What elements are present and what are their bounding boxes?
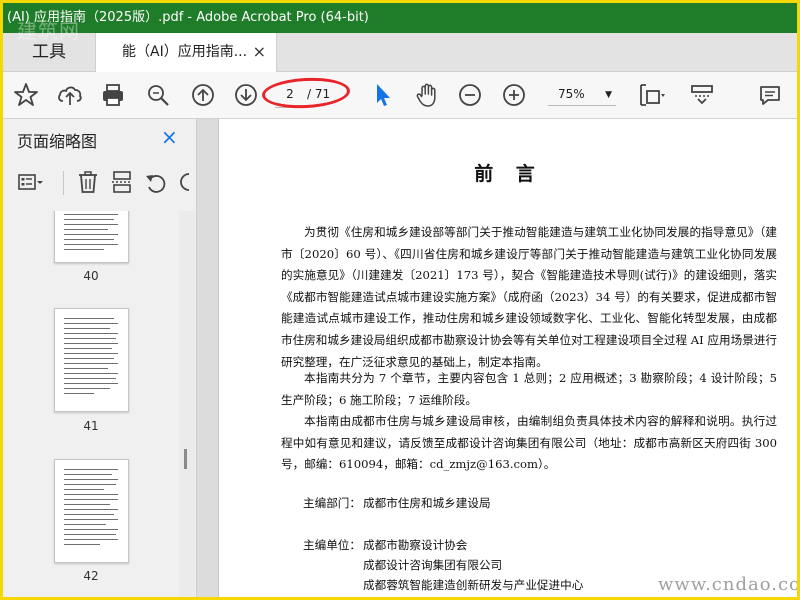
zoom-value: 75% [558, 87, 585, 101]
toolbar-divider [63, 171, 64, 195]
thumbnail-list: 40 41 42 [3, 211, 179, 597]
thumbnail-panel: 页面缩略图 × 40 41 42 [3, 119, 197, 597]
thumbnail-page-number: 41 [83, 419, 99, 433]
comment-icon[interactable] [755, 80, 785, 110]
hand-tool-icon[interactable] [412, 80, 442, 110]
options-menu-icon[interactable] [17, 169, 43, 195]
host-label: 主编单位： [303, 538, 361, 552]
zoom-select[interactable]: 75% ▼ [548, 83, 616, 106]
next-page-icon[interactable] [231, 80, 261, 110]
panel-close-icon[interactable]: × [161, 125, 178, 149]
zoom-search-icon[interactable] [143, 80, 173, 110]
thumbnail-page-number: 42 [83, 569, 99, 583]
editor-value: 成都市住房和城乡建设局 [363, 496, 491, 510]
thumbnail-toolbar [3, 163, 196, 203]
cloud-upload-icon[interactable] [55, 80, 85, 110]
page-thumbnail[interactable] [54, 308, 129, 412]
rotate-left-icon[interactable] [143, 169, 169, 195]
tab-close-icon[interactable]: × [253, 33, 266, 71]
tab-document[interactable]: 能（AI）应用指南... × [95, 33, 277, 72]
extract-pages-icon[interactable] [109, 169, 135, 195]
page-heading: 前 言 [474, 163, 543, 185]
previous-page-icon[interactable] [188, 80, 218, 110]
document-view[interactable]: 前 言 为贯彻《住房和城乡建设部等部门关于推动智能建造与建筑工业化协同发展的指导… [197, 119, 797, 597]
editor-label: 主编部门： [303, 496, 361, 510]
host-unit: 成都市勘察设计协会 [363, 538, 468, 552]
watermark-url: www.cndao.com [658, 574, 800, 595]
watermark-logo: 建筑网 [17, 19, 80, 43]
zoom-in-icon[interactable] [499, 80, 529, 110]
document-page: 前 言 为贯彻《住房和城乡建设部等部门关于推动智能建造与建筑工业化协同发展的指导… [218, 119, 797, 597]
host-unit: 成都蓉筑智能建造创新研发与产业促进中心 [363, 578, 584, 592]
host-unit: 成都设计咨询集团有限公司 [363, 558, 503, 572]
app-window: (AI) 应用指南（2025版）.pdf - Adobe Acrobat Pro… [0, 0, 800, 600]
thumbnail-page-number: 40 [83, 269, 99, 283]
paragraph: 本指南共分为 7 个章节，主要内容包含 1 总则；2 应用概述；3 勘察阶段；4… [281, 371, 777, 407]
title-bar: (AI) 应用指南（2025版）.pdf - Adobe Acrobat Pro… [3, 3, 797, 33]
bookmark-star-icon[interactable] [11, 80, 41, 110]
zoom-out-icon[interactable] [455, 80, 485, 110]
paragraph: 本指南由成都市住房与城乡建设局审核，由编制组负责具体技术内容的解释和说明。执行过… [281, 414, 777, 472]
scrollbar-thumb[interactable] [184, 449, 187, 469]
chevron-down-icon: ▼ [605, 90, 612, 100]
paragraph: 为贯彻《住房和城乡建设部等部门关于推动智能建造与建筑工业化协同发展的指导意见》（… [281, 225, 777, 369]
editor-row: 主编部门： 成都市住房和城乡建设局 [303, 495, 491, 511]
main-toolbar: 2 / 71 75% ▼ [3, 72, 797, 119]
host-row: 主编单位： 成都市勘察设计协会 [303, 537, 467, 553]
panel-title: 页面缩略图 [17, 132, 98, 151]
fit-page-icon[interactable] [635, 80, 665, 110]
rotate-right-icon[interactable] [175, 169, 191, 195]
scroll-mode-icon[interactable] [687, 80, 717, 110]
trash-icon[interactable] [75, 169, 101, 195]
tab-bar: 工具 能（AI）应用指南... × [3, 33, 797, 72]
tab-document-label: 能（AI）应用指南... [122, 44, 248, 60]
select-cursor-icon[interactable] [368, 80, 398, 110]
thumbnail-scrollbar[interactable] [179, 211, 195, 597]
print-icon[interactable] [98, 80, 128, 110]
page-thumbnail[interactable] [54, 211, 129, 263]
page-thumbnail[interactable] [54, 459, 129, 563]
